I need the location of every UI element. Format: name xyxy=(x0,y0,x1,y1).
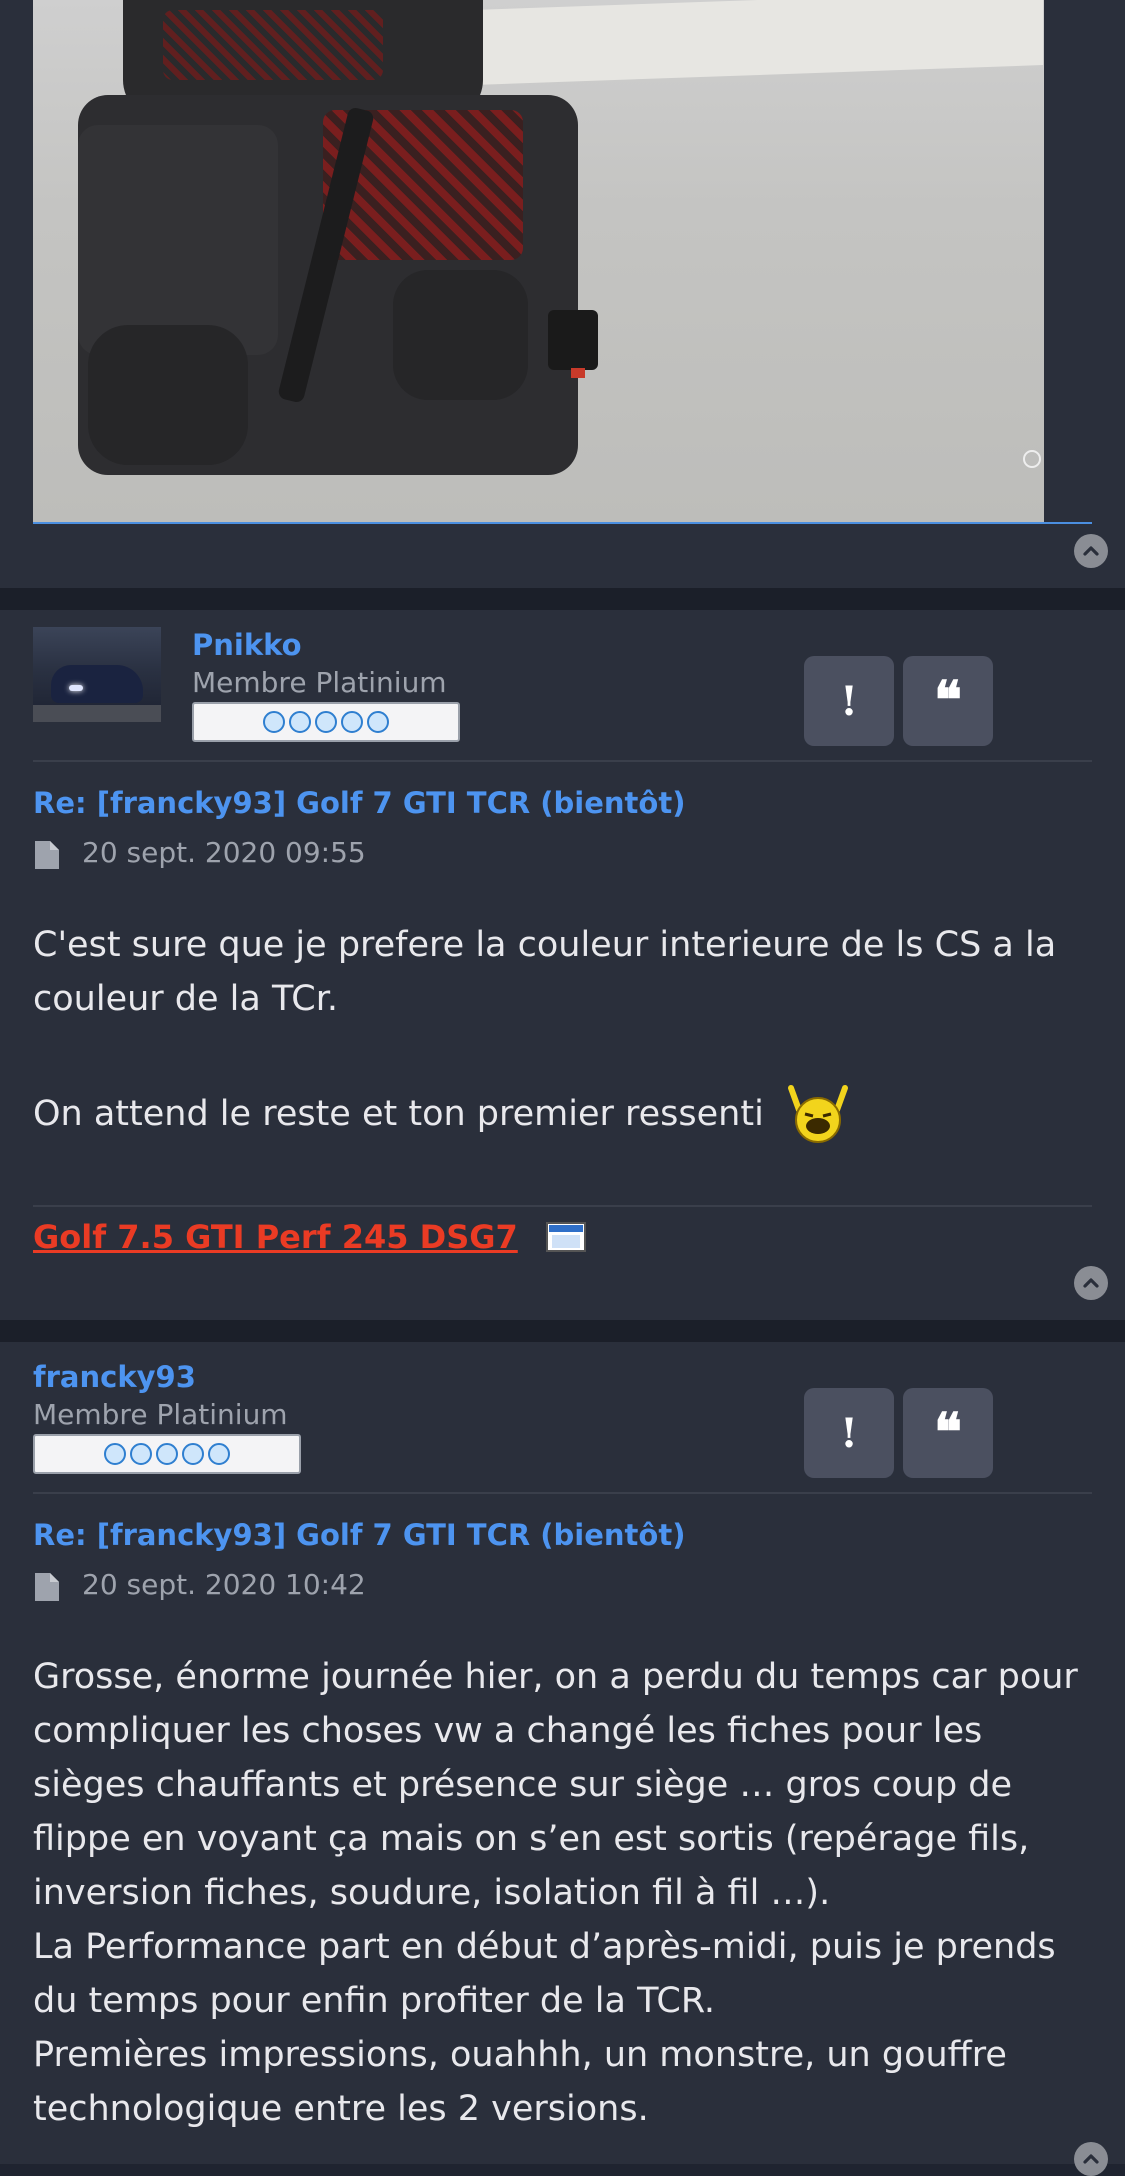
post-content: C'est sure que je prefere la couleur int… xyxy=(33,918,1093,1150)
quote-button[interactable]: ❝ xyxy=(903,1388,993,1478)
post-separator xyxy=(0,1320,1125,1342)
chevron-up-icon xyxy=(1083,2154,1099,2164)
post-separator xyxy=(0,588,1125,610)
post-header-divider xyxy=(33,760,1092,762)
quote-button[interactable]: ❝ xyxy=(903,656,993,746)
user-rank: Membre Platinium xyxy=(192,666,447,699)
report-icon: ! xyxy=(840,1409,858,1457)
username-link[interactable]: Pnikko xyxy=(192,628,302,662)
file-icon xyxy=(35,1573,59,1601)
previous-post xyxy=(0,0,1125,588)
username-link[interactable]: francky93 xyxy=(33,1360,196,1394)
user-rank: Membre Platinium xyxy=(33,1398,288,1431)
rank-image xyxy=(33,1434,301,1474)
post-paragraph: La Performance part en début d’après-mid… xyxy=(33,1927,1056,2021)
post-paragraph: On attend le reste et ton premier ressen… xyxy=(33,1080,1093,1150)
attachment-underline xyxy=(33,522,1092,524)
post-paragraph: Premières impressions, ouahhh, un monstr… xyxy=(33,2035,1007,2129)
back-to-top-button[interactable] xyxy=(1074,534,1108,568)
photo-blanket xyxy=(473,0,1043,85)
avatar[interactable] xyxy=(33,627,161,722)
cheering-smiley-icon xyxy=(787,1085,848,1143)
quote-icon: ❝ xyxy=(934,670,962,731)
signature-link[interactable]: Golf 7.5 GTI Perf 245 DSG7 xyxy=(33,1218,518,1256)
post-date: 20 sept. 2020 09:55 xyxy=(82,836,366,869)
photo-seat-back xyxy=(78,95,598,475)
post-title-link[interactable]: Re: [francky93] Golf 7 GTI TCR (bientôt) xyxy=(33,786,685,820)
back-to-top-button[interactable] xyxy=(1074,1266,1108,1300)
report-button[interactable]: ! xyxy=(804,1388,894,1478)
window-icon xyxy=(546,1222,586,1252)
chevron-up-icon xyxy=(1083,546,1099,556)
post-paragraph: Grosse, énorme journée hier, on a perdu … xyxy=(33,1657,1078,1913)
report-button[interactable]: ! xyxy=(804,656,894,746)
file-icon xyxy=(35,841,59,869)
post-attachment-photo[interactable] xyxy=(33,0,1044,522)
post-date: 20 sept. 2020 10:42 xyxy=(82,1568,366,1601)
chevron-up-icon xyxy=(1083,1278,1099,1288)
post-paragraph: C'est sure que je prefere la couleur int… xyxy=(33,925,1057,1019)
report-icon: ! xyxy=(840,677,858,725)
rank-image xyxy=(192,702,460,742)
signature-divider xyxy=(33,1205,1092,1207)
post-title-link[interactable]: Re: [francky93] Golf 7 GTI TCR (bientôt) xyxy=(33,1518,685,1552)
back-to-top-button[interactable] xyxy=(1074,2142,1108,2176)
post-content: Grosse, énorme journée hier, on a perdu … xyxy=(33,1650,1093,2136)
quote-icon: ❝ xyxy=(934,1402,962,1463)
post-header-divider xyxy=(33,1492,1092,1494)
